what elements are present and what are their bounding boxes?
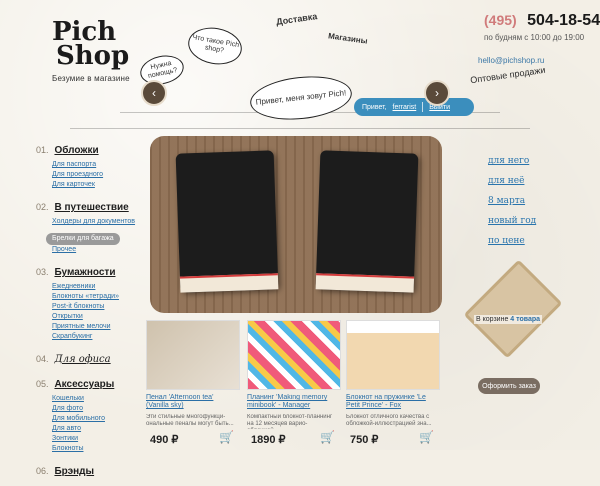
nav-item[interactable]: Для авто bbox=[52, 424, 146, 434]
product-image[interactable] bbox=[146, 320, 240, 390]
cart-count: 4 товара bbox=[510, 316, 541, 323]
cart-prefix: В корзине bbox=[476, 316, 509, 323]
hours: по будням с 10:00 до 19:00 bbox=[484, 33, 585, 42]
welcome-prefix: Привет, bbox=[362, 103, 387, 111]
shops-link[interactable]: Магазины bbox=[328, 31, 369, 45]
nav-item[interactable]: Зонтики bbox=[52, 434, 146, 444]
nav-number: 05. bbox=[36, 379, 49, 389]
chevron-left-icon: ‹ bbox=[152, 86, 156, 100]
nav-item[interactable]: Для паспорта bbox=[52, 160, 146, 170]
what-text: Что такое Pich shop? bbox=[191, 34, 240, 55]
delivery-link[interactable]: Доставка bbox=[276, 11, 318, 27]
nav-title[interactable]: Брэнды bbox=[54, 466, 94, 477]
email-link[interactable]: hello@pichshop.ru bbox=[478, 56, 544, 65]
carousel-prev-button[interactable]: ‹ bbox=[141, 80, 167, 106]
greeting-text: Привет, меня зовут Pich! bbox=[255, 88, 347, 107]
carousel-next-button[interactable]: › bbox=[424, 80, 450, 106]
nav-title[interactable]: Для офиса bbox=[54, 354, 110, 365]
sketch-line bbox=[70, 128, 530, 129]
cart-icon[interactable]: 🛒 bbox=[320, 430, 335, 444]
carousel-notebook-image bbox=[175, 150, 279, 293]
occasion-link[interactable]: для неё bbox=[488, 176, 568, 186]
product-price: 750 ₽ bbox=[350, 434, 379, 446]
product-name[interactable]: Блокнот на пружинке 'Le Petit Prince' - … bbox=[346, 394, 438, 412]
category-nav: 01. Обложки Для паспорта Для проездного … bbox=[36, 140, 146, 486]
product-image[interactable] bbox=[346, 320, 440, 390]
logo[interactable]: Pich Shop Безумие в магазине bbox=[52, 19, 142, 95]
product-image[interactable] bbox=[247, 320, 341, 390]
nav-title[interactable]: Аксессуары bbox=[54, 379, 114, 390]
product-description: Блокнот отличного качества с обложкой-ил… bbox=[346, 414, 432, 427]
nav-item[interactable]: Для карточек bbox=[52, 180, 146, 190]
phone: (495) 504-18-54 bbox=[484, 12, 600, 30]
welcome-bar: Привет, ferrarist Выйти bbox=[354, 98, 474, 116]
nav-item[interactable]: Кошельки bbox=[52, 394, 146, 404]
checkout-button[interactable]: Оформить заказ bbox=[478, 378, 540, 394]
nav-number: 06. bbox=[36, 466, 49, 476]
help-text: Нужна помощь? bbox=[147, 59, 178, 80]
nav-category: 05. Аксессуары Кошельки Для фото Для моб… bbox=[36, 374, 146, 454]
phone-number: 504-18-54 bbox=[527, 12, 600, 29]
nav-category: 03. Бумажности Ежедневники Блокноты «тет… bbox=[36, 262, 146, 342]
logo-line2: Shop bbox=[56, 41, 130, 71]
nav-number: 04. bbox=[36, 354, 49, 364]
chevron-right-icon: › bbox=[435, 86, 439, 100]
product-card[interactable]: Блокнот на пружинке 'Le Petit Prince' - … bbox=[346, 320, 440, 446]
occasion-links: для него для неё 8 марта новый год по це… bbox=[488, 156, 568, 256]
nav-item[interactable]: Открытки bbox=[52, 312, 146, 322]
product-description: Компактный блокнот-планнинг на 12 месяце… bbox=[247, 414, 333, 429]
occasion-link[interactable]: новый год bbox=[488, 216, 568, 226]
product-card[interactable]: Планинг 'Making memory minibook' - Manag… bbox=[247, 320, 341, 446]
nav-item-active[interactable]: Брелки для багажа bbox=[46, 233, 120, 245]
nav-item[interactable]: Для проездного bbox=[52, 170, 146, 180]
nav-item[interactable]: Блокноты «тетради» bbox=[52, 292, 146, 302]
notebook-strip bbox=[179, 273, 279, 293]
nav-item[interactable]: Для фото bbox=[52, 404, 146, 414]
nav-category: 06. Брэнды bbox=[36, 461, 146, 479]
nav-title[interactable]: Бумажности bbox=[54, 267, 115, 278]
nav-number: 01. bbox=[36, 145, 49, 155]
nav-category: 02. В путешествие Холдеры для документов… bbox=[36, 197, 146, 255]
nav-item[interactable]: Блокноты bbox=[52, 444, 146, 454]
product-price: 1890 ₽ bbox=[251, 434, 286, 446]
nav-item[interactable]: Ежедневники bbox=[52, 282, 146, 292]
product-card[interactable]: Пенал 'Afternoon tea' (Vanilla sky) Эти … bbox=[146, 320, 240, 446]
occasion-link[interactable]: 8 марта bbox=[488, 196, 568, 206]
occasion-link[interactable]: для него bbox=[488, 156, 568, 166]
wholesale-link[interactable]: Оптовые продажи bbox=[470, 65, 546, 85]
cart-icon[interactable]: 🛒 bbox=[419, 430, 434, 444]
what-is-bubble[interactable]: Что такое Pich shop? bbox=[185, 23, 245, 69]
notebook-strip bbox=[315, 273, 415, 293]
product-carousel[interactable] bbox=[150, 136, 442, 313]
nav-number: 03. bbox=[36, 267, 49, 277]
nav-number: 02. bbox=[36, 202, 49, 212]
nav-title[interactable]: Обложки bbox=[54, 145, 98, 156]
nav-item[interactable]: Прочее bbox=[52, 245, 146, 255]
nav-category: 04. Для офиса bbox=[36, 349, 146, 367]
product-price: 490 ₽ bbox=[150, 434, 179, 446]
nav-item[interactable]: Холдеры для документов bbox=[52, 217, 146, 227]
user-link[interactable]: ferrarist bbox=[393, 104, 417, 111]
product-name[interactable]: Пенал 'Afternoon tea' (Vanilla sky) bbox=[146, 394, 238, 412]
nav-item[interactable]: Post-it блокноты bbox=[52, 302, 146, 312]
cart-box[interactable] bbox=[463, 259, 563, 359]
phone-code: (495) bbox=[484, 12, 517, 28]
nav-title[interactable]: В путешествие bbox=[54, 202, 128, 213]
logo-tagline: Безумие в магазине bbox=[52, 74, 130, 83]
nav-item[interactable]: Для мобильного bbox=[52, 414, 146, 424]
nav-category: 01. Обложки Для паспорта Для проездного … bbox=[36, 140, 146, 190]
carousel-notebook-image bbox=[315, 150, 419, 293]
product-name[interactable]: Планинг 'Making memory minibook' - Manag… bbox=[247, 394, 339, 412]
occasion-link[interactable]: по цене bbox=[488, 236, 568, 246]
divider bbox=[422, 102, 424, 112]
cart-icon[interactable]: 🛒 bbox=[219, 430, 234, 444]
nav-item[interactable]: Приятные мелочи bbox=[52, 322, 146, 332]
product-description: Эти стильные многофункци-ональные пеналы… bbox=[146, 414, 234, 427]
cart-summary[interactable]: В корзине 4 товара bbox=[474, 315, 543, 324]
greeting-bubble: Привет, меня зовут Pich! bbox=[248, 71, 354, 125]
nav-item[interactable]: Скрапбукинг bbox=[52, 332, 146, 342]
